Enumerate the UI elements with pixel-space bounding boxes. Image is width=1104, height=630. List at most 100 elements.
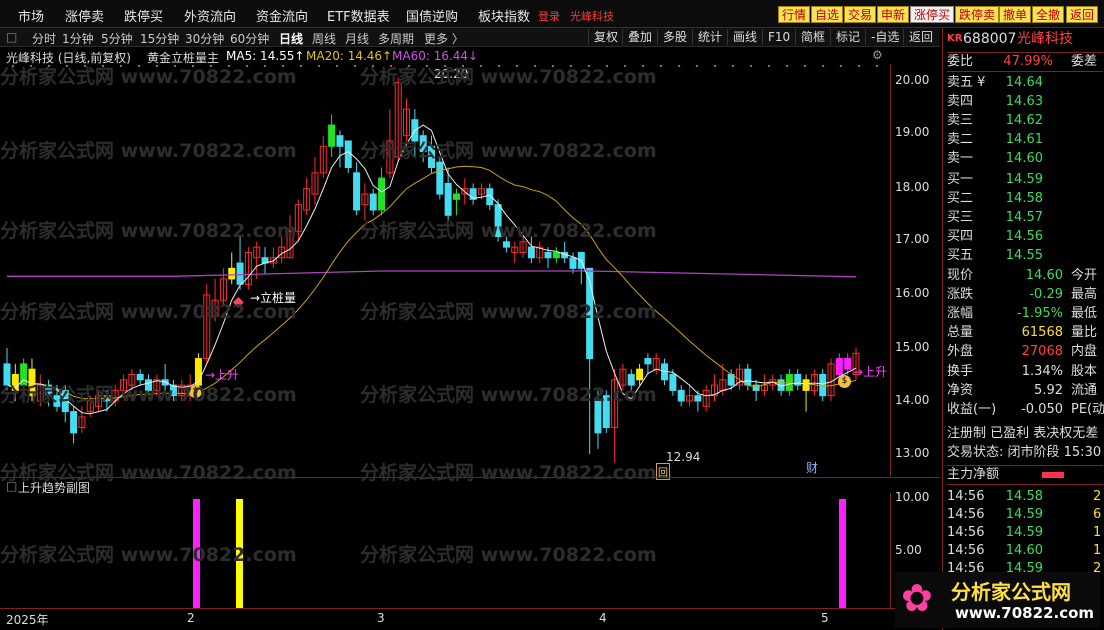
stat-extra: PE(动: [1071, 402, 1104, 417]
btn-watchlist[interactable]: 自选: [811, 6, 844, 23]
ask-row[interactable]: 卖四 14.63: [947, 93, 1103, 111]
up-label-2: →上升: [853, 365, 888, 379]
period-daily[interactable]: 日线: [279, 30, 303, 47]
period-5min[interactable]: 5分钟: [101, 30, 133, 47]
bid-row[interactable]: 买五 14.55: [947, 247, 1103, 265]
quote-panel: KR 688007 光峰科技 委比 47.99% 委差 卖五 ¥ 14.64 卖四 1…: [942, 28, 1104, 630]
candle-body: [419, 135, 427, 153]
stat-extra: 量比: [1071, 325, 1098, 340]
menu-market[interactable]: 市场: [18, 6, 44, 25]
candle-body: [136, 373, 144, 381]
date-tick: 2025年: [6, 613, 49, 627]
btn-quote[interactable]: 行情: [778, 6, 811, 23]
menu-foreign-flow[interactable]: 外资流向: [184, 6, 236, 25]
sub-chart[interactable]: 10.00 5.00: [0, 490, 940, 608]
btn-cancel-all[interactable]: 全撤: [1032, 6, 1065, 23]
settings-icon[interactable]: ⚙: [872, 48, 883, 62]
sub-y-tick: 10.00: [895, 490, 930, 504]
dot-marker: [858, 65, 860, 67]
ask-row[interactable]: 卖一 14.60: [947, 150, 1103, 168]
btn-trade[interactable]: 交易: [844, 6, 877, 23]
main-kline-chart[interactable]: [0, 64, 940, 476]
ma5-value: MA5: 14.55↑: [226, 49, 305, 63]
tool-mark[interactable]: 标记: [830, 29, 865, 45]
bid-price: 14.56: [1005, 229, 1043, 244]
dot-marker: [192, 65, 194, 67]
stat-value: 5.92: [1034, 383, 1063, 398]
dot-marker: [354, 65, 356, 67]
bid-row[interactable]: 买一 14.59: [947, 171, 1103, 189]
square-icon[interactable]: □: [6, 479, 17, 493]
dot-marker: [552, 65, 554, 67]
logo-url: www.70822.com: [955, 604, 1095, 622]
period-1min[interactable]: 1分钟: [62, 30, 94, 47]
btn-back-top[interactable]: 返回: [1066, 6, 1099, 23]
tool-stats[interactable]: 统计: [692, 29, 727, 45]
tool-f10[interactable]: F10: [762, 29, 795, 45]
indicator-info-bar: 光峰科技 (日线,前复权) 黄金立桩量主 MA5: 14.55↑ MA20: 1…: [0, 48, 940, 65]
dot-marker: [66, 65, 68, 67]
tool-multi-stock[interactable]: 多股: [657, 29, 692, 45]
stat-value: -0.29: [1029, 287, 1063, 302]
period-multi[interactable]: 多周期: [378, 30, 414, 47]
bid-row[interactable]: 买四 14.56: [947, 228, 1103, 246]
menu-etf-table[interactable]: ETF数据表: [327, 6, 390, 25]
tool-draw[interactable]: 画线: [727, 29, 762, 45]
menu-limit-up-sell[interactable]: 涨停卖: [65, 6, 104, 25]
y-tick: 14.00: [895, 393, 930, 407]
stat-extra: 内盘: [1071, 344, 1098, 359]
btn-ipo[interactable]: 申新: [877, 6, 910, 23]
menu-sector-index[interactable]: 板块指数: [478, 6, 530, 25]
tool-adjust[interactable]: 复权: [588, 29, 623, 45]
stat-value: 27068: [1021, 344, 1063, 359]
tool-overlay[interactable]: 叠加: [622, 29, 657, 45]
period-30min[interactable]: 30分钟: [185, 30, 224, 47]
ask-row[interactable]: 卖二 14.61: [947, 131, 1103, 149]
menu-limit-down-buy[interactable]: 跌停买: [124, 6, 163, 25]
login-link[interactable]: 登录: [538, 8, 560, 24]
tick-time: 14:56: [947, 507, 985, 522]
tool-remove-watch[interactable]: -自选: [865, 29, 904, 45]
period-minute[interactable]: 分时: [32, 30, 56, 47]
stat-label: 现价: [947, 268, 974, 283]
candle-body: [819, 373, 827, 397]
btn-limit-up-buy[interactable]: 涨停买: [910, 6, 955, 23]
date-tick: 3: [377, 611, 385, 625]
candles-group: [3, 77, 860, 463]
candle-body: [344, 140, 352, 169]
period-more[interactable]: 更多 〉: [424, 30, 464, 47]
candle-body: [527, 246, 535, 259]
period-15min[interactable]: 15分钟: [140, 30, 179, 47]
btn-limit-down-sell[interactable]: 跌停卖: [955, 6, 1000, 23]
period-60min[interactable]: 60分钟: [230, 30, 269, 47]
low-label: 12.94: [666, 450, 701, 464]
period-monthly[interactable]: 月线: [345, 30, 369, 47]
dot-marker: [426, 65, 428, 67]
weicha-label: 委差: [1071, 54, 1098, 69]
tick-row: 14:56 14.58 2: [947, 488, 1103, 506]
square-icon[interactable]: □: [6, 30, 17, 44]
tool-simple-frame[interactable]: 简框: [795, 29, 830, 45]
dot-marker: [570, 65, 572, 67]
dot-marker: [660, 65, 662, 67]
ask-price: 14.61: [1005, 132, 1043, 147]
candle-body: [328, 124, 336, 147]
y-tick: 17.00: [895, 232, 930, 246]
tool-back[interactable]: 返回: [903, 29, 938, 45]
candle-body: [502, 241, 510, 248]
kr-badge: KR: [947, 33, 963, 44]
dot-marker: [12, 65, 14, 67]
finance-badge[interactable]: 财: [806, 459, 818, 476]
bid-row[interactable]: 买二 14.58: [947, 190, 1103, 208]
menu-bond-repo[interactable]: 国债逆购: [406, 6, 458, 25]
ask-row[interactable]: 卖三 14.62: [947, 112, 1103, 130]
up-label-1: →上升: [205, 368, 240, 382]
dot-marker: [696, 65, 698, 67]
btn-cancel-order[interactable]: 撤单: [999, 6, 1032, 23]
ask-row[interactable]: 卖五 ¥ 14.64: [947, 74, 1103, 92]
stat-label: 换手: [947, 364, 974, 379]
ask-price: 14.62: [1005, 113, 1043, 128]
period-weekly[interactable]: 周线: [312, 30, 336, 47]
menu-fund-flow[interactable]: 资金流向: [256, 6, 308, 25]
bid-row[interactable]: 买三 14.57: [947, 209, 1103, 227]
